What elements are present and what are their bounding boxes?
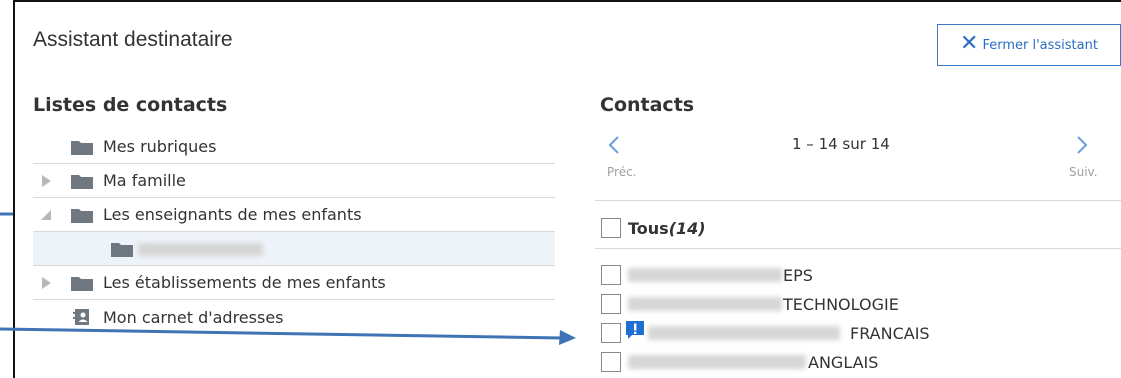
contact-subject: ANGLAIS [808,353,879,372]
folder-icon [71,140,93,155]
next-page-icon[interactable] [1075,135,1089,155]
next-page-button[interactable]: Suiv. [1069,165,1098,179]
contact-subject: TECHNOLOGIE [783,295,899,314]
tree-item-ma-famille[interactable]: Ma famille [33,164,555,198]
prev-page-icon[interactable] [607,135,621,155]
collapse-triangle-icon[interactable] [39,208,53,222]
tree-item-label: Les établissements de mes enfants [103,273,386,292]
close-icon: ✕ [960,31,979,56]
alert-icon [626,321,644,339]
folder-icon [71,174,93,189]
divider [595,248,1121,249]
tree-subitem-blurred[interactable] [33,232,555,266]
folder-icon [71,208,93,223]
contacts-heading: Contacts [600,94,695,116]
close-assistant-label: Fermer l'assistant [982,37,1098,53]
prev-page-button[interactable]: Préc. [607,165,637,179]
contact-lists-tree: Mes rubriques Ma famille Les enseignants… [33,130,555,334]
redacted-name [628,297,782,311]
divider [595,200,1121,201]
contact-checkbox[interactable] [601,352,621,372]
tree-item-label: Ma famille [103,171,186,190]
select-all-checkbox[interactable] [601,218,621,238]
tree-item-label: Les enseignants de mes enfants [103,205,362,224]
contact-checkbox[interactable] [601,265,621,285]
redacted-name [648,326,840,340]
tree-item-etablissements[interactable]: Les établissements de mes enfants [33,266,555,300]
redacted-name [138,243,263,256]
contact-checkbox[interactable] [601,294,621,314]
tree-item-enseignants[interactable]: Les enseignants de mes enfants [33,198,555,232]
redacted-name [628,268,782,282]
expand-triangle-icon[interactable] [39,276,53,290]
contact-lists-heading: Listes de contacts [33,94,228,116]
contact-subject: EPS [783,266,813,285]
redacted-name [628,355,806,369]
folder-icon [71,276,93,291]
select-all-label: Tous(14) [628,219,706,238]
contact-subject: FRANCAIS [850,324,930,343]
close-assistant-button[interactable]: ✕ Fermer l'assistant [937,24,1121,66]
tree-item-label: Mes rubriques [103,137,217,156]
folder-icon [111,242,133,257]
pagination-range: 1 – 14 sur 14 [792,135,890,153]
tree-item-mes-rubriques[interactable]: Mes rubriques [33,130,555,164]
annotation-arrow-right [0,327,576,345]
dialog-title: Assistant destinataire [33,28,233,51]
expand-triangle-icon[interactable] [39,174,53,188]
contact-checkbox[interactable] [601,323,621,343]
